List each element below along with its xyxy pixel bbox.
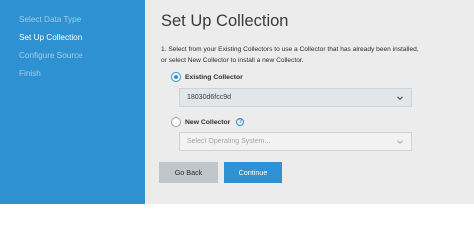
operating-system-placeholder: Select Operating System... — [187, 138, 271, 145]
step-set-up-collection[interactable]: Set Up Collection — [8, 29, 145, 47]
app-root: Select Data Type Set Up Collection Confi… — [0, 0, 474, 204]
help-icon[interactable]: ? — [236, 118, 245, 126]
wizard-sidebar: Select Data Type Set Up Collection Confi… — [0, 0, 145, 204]
existing-collector-radio[interactable] — [171, 72, 181, 82]
page-title: Set Up Collection — [161, 12, 289, 30]
existing-collector-select[interactable]: 18030d6fcc9d — [179, 88, 412, 107]
existing-collector-label: Existing Collector — [185, 73, 243, 81]
new-collector-label: New Collector — [185, 118, 231, 126]
instruction-text: 1. Select from your Existing Collectors … — [161, 45, 466, 66]
instruction-line-2: or select New Collector to install a new… — [161, 56, 304, 64]
wizard-steps: Select Data Type Set Up Collection Confi… — [8, 0, 145, 204]
new-collector-option[interactable]: New Collector ? — [171, 117, 245, 127]
main-panel: Set Up Collection 1. Select from your Ex… — [145, 0, 474, 204]
step-finish[interactable]: Finish — [8, 65, 145, 83]
continue-button[interactable]: Continue — [224, 162, 282, 183]
chevron-down-icon — [397, 140, 403, 145]
chevron-down-icon — [397, 96, 403, 101]
step-configure-source[interactable]: Configure Source — [8, 47, 145, 65]
step-select-data-type[interactable]: Select Data Type — [8, 11, 145, 29]
operating-system-select[interactable]: Select Operating System... — [179, 132, 412, 151]
instruction-line-1: 1. Select from your Existing Collectors … — [161, 46, 419, 53]
existing-collector-option[interactable]: Existing Collector — [171, 72, 243, 82]
go-back-button[interactable]: Go Back — [159, 162, 218, 183]
existing-collector-select-value: 18030d6fcc9d — [187, 94, 231, 101]
new-collector-radio[interactable] — [171, 117, 181, 127]
